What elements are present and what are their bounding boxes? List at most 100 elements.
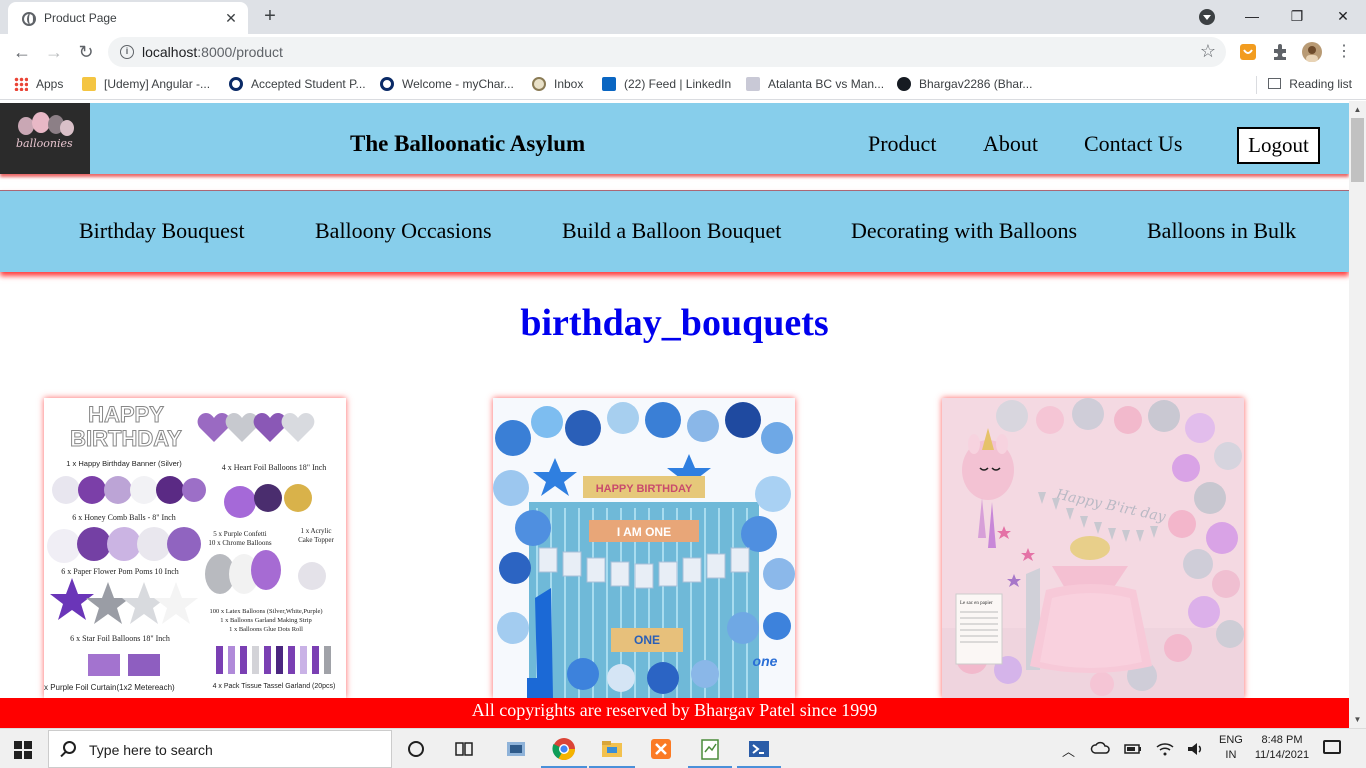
extensions-puzzle-icon[interactable]	[1270, 42, 1290, 62]
reading-list-label: Reading list	[1289, 77, 1352, 91]
close-tab-icon[interactable]: ✕	[222, 9, 240, 27]
card-title: Le sac en papier	[960, 601, 993, 606]
browser-tab[interactable]: Product Page ✕	[8, 2, 248, 34]
restore-button[interactable]: ❐	[1282, 5, 1312, 27]
bookmark-linkedin[interactable]: (22) Feed | LinkedIn	[602, 77, 731, 93]
apps-grid-icon	[14, 77, 28, 91]
scroll-down-icon[interactable]: ▼	[1349, 711, 1366, 728]
taskbar-search-input[interactable]: Type here to search	[48, 730, 392, 768]
notepad-icon[interactable]	[697, 736, 723, 762]
category-birthday-bouquest[interactable]: Birthday Bouquest	[79, 218, 245, 244]
sports-icon	[746, 77, 760, 91]
globe-icon	[22, 12, 36, 26]
xampp-icon[interactable]	[648, 736, 674, 762]
powershell-icon[interactable]	[746, 736, 772, 762]
github-icon	[897, 77, 911, 91]
product-card-purple-silver-kit[interactable]: HAPPY BIRTHDAY 1 x Happy Birthday Banner…	[44, 398, 346, 698]
product-card-pink-unicorn[interactable]: Happy B'irt day Le sac en papier	[942, 398, 1244, 698]
back-button[interactable]: ←	[10, 40, 34, 64]
bookmark-atalanta[interactable]: Atalanta BC vs Man...	[746, 77, 884, 93]
address-bar[interactable]: i localhost:8000/product ☆	[108, 37, 1226, 67]
tab-search-icon[interactable]	[1199, 9, 1215, 25]
kit-caption: 5 x Purple Confetti	[213, 530, 267, 538]
site-title: The Balloonatic Asylum	[350, 131, 586, 156]
notification-icon[interactable]	[1323, 740, 1341, 754]
browser-tab-strip: Product Page ✕ + — ❐ ✕	[0, 0, 1366, 34]
forward-button[interactable]: →	[42, 40, 66, 64]
app-icon[interactable]	[503, 736, 529, 762]
clock[interactable]: 8:48 PM 11/14/2021	[1252, 733, 1312, 763]
site-footer: All copyrights are reserved by Bhargav P…	[0, 698, 1349, 728]
new-tab-button[interactable]: +	[260, 6, 280, 26]
extension-shopping-icon[interactable]	[1238, 42, 1258, 62]
url-text: localhost:8000/product	[142, 44, 283, 60]
bookmark-udemy[interactable]: [Udemy] Angular -...	[82, 77, 210, 93]
onedrive-icon[interactable]	[1090, 738, 1112, 760]
bookmark-label: Inbox	[554, 77, 584, 91]
task-view-icon[interactable]	[451, 736, 477, 762]
kit-banner-text: BIRTHDAY	[70, 426, 182, 451]
logo-balloon	[60, 120, 74, 136]
scroll-up-icon[interactable]: ▲	[1349, 101, 1366, 118]
volume-icon[interactable]	[1184, 738, 1206, 760]
kit-caption: 2 x Purple Foil Curtain(1x2 Metereach)	[44, 683, 175, 692]
minimize-button[interactable]: —	[1237, 5, 1267, 27]
kit-caption: 6 x Star Foil Balloons 18" Inch	[70, 634, 170, 643]
url-host: localhost	[142, 44, 198, 60]
bookmark-inbox[interactable]: Inbox	[532, 77, 583, 93]
battery-icon[interactable]	[1122, 738, 1144, 760]
bookmark-accepted-student[interactable]: Accepted Student P...	[229, 77, 366, 93]
show-hidden-icons-icon[interactable]: ︿	[1062, 741, 1075, 760]
banner-text: ONE	[634, 633, 660, 647]
input-language[interactable]: ENG IN	[1219, 733, 1243, 763]
scroll-thumb[interactable]	[1351, 118, 1364, 182]
category-build-balloon-bouquet[interactable]: Build a Balloon Bouquet	[562, 218, 781, 244]
kit-caption: 1 x Balloons Garland Making Strip	[220, 617, 312, 624]
chrome-icon[interactable]	[551, 736, 577, 762]
bookmark-star-icon[interactable]: ☆	[1200, 41, 1216, 62]
kit-caption: 1 x Happy Birthday Banner (Silver)	[66, 459, 182, 468]
kit-caption: 1 x Acrylic	[300, 527, 331, 535]
nav-contact-us[interactable]: Contact Us	[1084, 131, 1182, 157]
category-balloons-in-bulk[interactable]: Balloons in Bulk	[1147, 218, 1296, 244]
kit-banner-text: HAPPY	[88, 402, 164, 427]
linkedin-icon	[602, 77, 616, 91]
kit-caption: 1 x Balloons Glue Dots Roll	[229, 626, 303, 633]
category-balloony-occasions[interactable]: Balloony Occasions	[315, 218, 492, 244]
bookmark-apps[interactable]: Apps	[14, 77, 63, 93]
page-scrollbar[interactable]: ▲ ▼	[1349, 101, 1366, 728]
site-info-icon[interactable]: i	[120, 45, 134, 59]
lang-region: IN	[1225, 749, 1237, 761]
university-seal-icon	[380, 77, 394, 91]
banner-text: one	[753, 653, 778, 669]
windows-start-icon[interactable]	[14, 741, 32, 759]
university-seal-icon	[229, 77, 243, 91]
file-explorer-icon[interactable]	[599, 736, 625, 762]
wifi-icon[interactable]	[1154, 738, 1176, 760]
logout-button[interactable]: Logout	[1237, 127, 1320, 164]
banner-text: I AM ONE	[617, 525, 671, 539]
nav-about[interactable]: About	[983, 131, 1038, 157]
profile-avatar[interactable]	[1302, 42, 1322, 62]
site-logo[interactable]: balloonies	[0, 103, 90, 174]
kit-caption: 4 x Heart Foil Balloons 18" Inch	[222, 463, 327, 472]
product-card-blue-one-birthday[interactable]: HAPPY BIRTHDAY I AM ONE ONE one	[493, 398, 795, 698]
bookmark-separator	[1256, 76, 1257, 94]
clock-time: 8:48 PM	[1261, 734, 1303, 746]
url-path: :8000/product	[197, 44, 283, 60]
nav-product[interactable]: Product	[868, 131, 936, 157]
bookmark-mycharlotte[interactable]: Welcome - myChar...	[380, 77, 514, 93]
chrome-menu-icon[interactable]: ⋮	[1332, 40, 1356, 64]
reading-list-icon	[1268, 78, 1282, 89]
bookmark-label: Welcome - myChar...	[402, 77, 514, 91]
page-viewport: balloonies The Balloonatic Asylum Produc…	[0, 101, 1349, 728]
bookmark-github[interactable]: Bhargav2286 (Bhar...	[897, 77, 1032, 93]
bookmark-label: Atalanta BC vs Man...	[768, 77, 885, 91]
category-decorating-with-balloons[interactable]: Decorating with Balloons	[851, 218, 1077, 244]
reload-button[interactable]: ↻	[74, 40, 98, 64]
reading-list-button[interactable]: Reading list	[1268, 77, 1352, 91]
kit-caption: 6 x Honey Comb Balls - 8" Inch	[72, 513, 175, 522]
cortana-icon[interactable]	[403, 736, 429, 762]
close-window-button[interactable]: ✕	[1328, 5, 1358, 27]
bookmark-label: (22) Feed | LinkedIn	[624, 77, 732, 91]
